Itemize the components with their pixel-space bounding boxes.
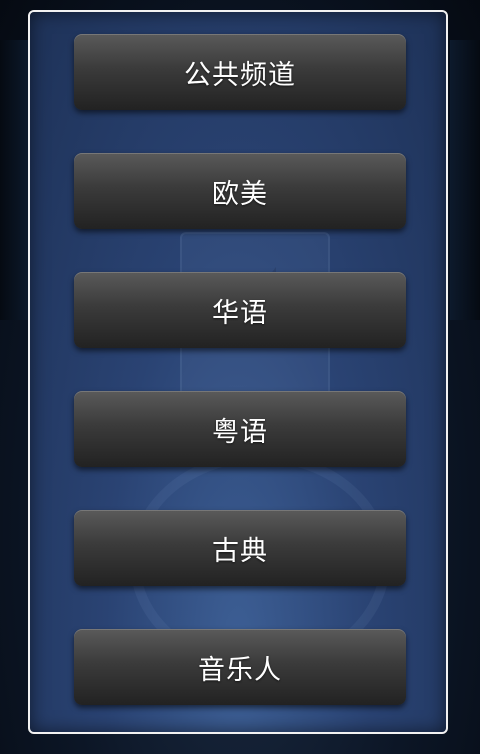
channel-button-musicians[interactable]: 音乐人	[74, 629, 406, 705]
channel-button-mandarin[interactable]: 华语	[74, 272, 406, 348]
channel-button-label: 公共频道	[184, 59, 296, 91]
channel-button-label: 华语	[212, 297, 268, 329]
channel-button-label: 古典	[212, 535, 268, 567]
background-panel-right	[450, 40, 480, 320]
channel-button-label: 音乐人	[198, 654, 282, 686]
channel-button-public[interactable]: 公共频道	[74, 34, 406, 110]
channel-button-classical[interactable]: 古典	[74, 510, 406, 586]
channel-button-label: 粤语	[212, 416, 268, 448]
channel-button-cantonese[interactable]: 粤语	[74, 391, 406, 467]
channel-button-label: 欧美	[212, 178, 268, 210]
background-panel-left	[0, 40, 30, 320]
channel-button-western[interactable]: 欧美	[74, 153, 406, 229]
channel-select-dialog: 公共频道 欧美 华语 粤语 古典 音乐人	[28, 10, 448, 734]
app-screen: 公共频道 欧美 华语 粤语 古典 音乐人	[0, 0, 480, 754]
